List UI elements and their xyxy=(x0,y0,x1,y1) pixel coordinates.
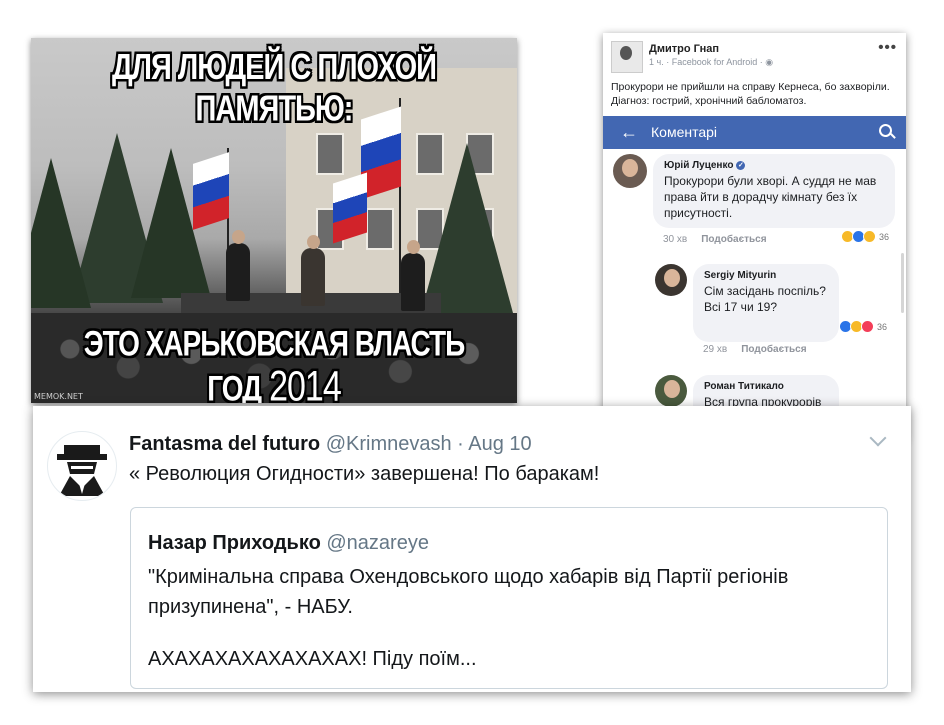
quoted-author-handle[interactable]: @nazareye xyxy=(326,532,429,554)
quoted-author-name[interactable]: Назар Приходько xyxy=(148,532,321,554)
comment-time: 30 хв xyxy=(663,234,688,245)
reactions[interactable]: 36 xyxy=(839,320,887,333)
wow-reaction-icon xyxy=(863,230,876,243)
building-window xyxy=(366,208,394,250)
comment-avatar[interactable] xyxy=(655,375,687,407)
comment-text: Прокурори були хворі. А суддя не мав пра… xyxy=(664,174,877,220)
meme-watermark: MEMOK.NET xyxy=(34,392,83,401)
meme-image: ДЛЯ ЛЮДЕЙ С ПЛОХОЙ ПАМЯТЬЮ: ЭТО ХАРЬКОВС… xyxy=(31,38,517,403)
reaction-count: 36 xyxy=(879,231,890,242)
comments-bar: ← Коментарі xyxy=(603,116,906,149)
comment-meta: 29 хв Подобається xyxy=(703,344,807,355)
post-header: Дмитро Гнап 1 ч. · Facebook for Android … xyxy=(603,33,906,81)
quoted-tweet-text-2: АХАХАХАХАХАХАХАХ! Піду поїм... xyxy=(148,648,477,670)
comment-author-name[interactable]: Sergiy Mityurin xyxy=(704,270,828,281)
flag xyxy=(333,172,367,244)
comment-text: Сім засідань поспіль? Всі 17 чи 19? xyxy=(704,284,826,314)
meme-caption-year-label: ГОД xyxy=(207,369,262,403)
reactions[interactable]: 36 xyxy=(841,230,889,243)
building-window xyxy=(316,133,344,175)
tweet-text: « Революция Огидности» завершена! По бар… xyxy=(129,463,600,485)
comment-author[interactable]: Юрій Луценко ✓ xyxy=(664,160,884,171)
chevron-down-icon[interactable] xyxy=(869,429,887,447)
tree xyxy=(421,143,513,313)
like-link[interactable]: Подобається xyxy=(701,234,766,245)
spy-avatar-icon xyxy=(57,445,107,496)
speaker xyxy=(301,248,325,306)
meme-caption-middle: ЭТО ХАРЬКОВСКАЯ ВЛАСТЬ xyxy=(83,324,466,363)
tweet-author-line: Fantasma del futuro @Krimnevash · Aug 10 xyxy=(129,433,532,456)
post-author-name[interactable]: Дмитро Гнап xyxy=(649,43,719,55)
speaker-head xyxy=(307,235,320,249)
search-icon[interactable] xyxy=(879,124,892,137)
speaker xyxy=(226,243,250,301)
quoted-tweet-text: "Кримінальна справа Охендовського щодо х… xyxy=(148,566,789,618)
tweet-timestamp[interactable]: · Aug 10 xyxy=(457,433,532,455)
speaker-head xyxy=(232,230,245,244)
comment-avatar[interactable] xyxy=(613,154,647,188)
tweet-author-avatar[interactable] xyxy=(47,431,117,501)
like-link[interactable]: Подобається xyxy=(741,344,806,355)
quoted-author-line: Назар Приходько @nazareye xyxy=(148,532,429,555)
love-reaction-icon xyxy=(861,320,874,333)
more-options-icon[interactable]: ••• xyxy=(878,39,897,56)
tree xyxy=(31,158,91,308)
post-author-avatar[interactable] xyxy=(611,41,643,73)
comment-time: 29 хв xyxy=(703,344,728,355)
comment-author-name[interactable]: Роман Титикало xyxy=(704,381,828,392)
comment-author-name[interactable]: Юрій Луценко xyxy=(664,160,733,171)
flag xyxy=(193,152,229,230)
scrollbar[interactable] xyxy=(901,253,904,313)
quoted-tweet[interactable]: Назар Приходько @nazareye "Кримінальна с… xyxy=(130,507,888,689)
comment-avatar[interactable] xyxy=(655,264,687,296)
comments-title: Коментарі xyxy=(651,124,718,140)
tweet-author-name[interactable]: Fantasma del futuro xyxy=(129,433,320,455)
meme-caption-year: 2014 xyxy=(269,363,342,403)
back-arrow-icon[interactable]: ← xyxy=(620,122,638,143)
meme-caption-top: ДЛЯ ЛЮДЕЙ С ПЛОХОЙ ПАМЯТЬЮ: xyxy=(112,47,437,129)
comment-meta: 30 хв Подобається xyxy=(663,234,767,245)
post-meta: 1 ч. · Facebook for Android · ◉ xyxy=(649,57,774,67)
reaction-count: 36 xyxy=(877,321,888,332)
tweet-author-handle[interactable]: @Krimnevash xyxy=(326,433,452,455)
verified-badge-icon: ✓ xyxy=(736,161,746,170)
post-text: Прокурори не прийшли на справу Кернеса, … xyxy=(611,81,890,107)
meme-caption-bottom: ГОД 2014 xyxy=(31,363,517,403)
speaker-head xyxy=(407,240,420,254)
tweet-card: Fantasma del futuro @Krimnevash · Aug 10… xyxy=(33,406,911,692)
comment-bubble: Юрій Луценко ✓ Прокурори були хворі. А су… xyxy=(653,154,895,228)
speaker xyxy=(401,253,425,311)
facebook-screenshot: Дмитро Гнап 1 ч. · Facebook for Android … xyxy=(603,33,906,439)
comment-bubble: Sergiy Mityurin Сім засідань поспіль? Вс… xyxy=(693,264,839,342)
